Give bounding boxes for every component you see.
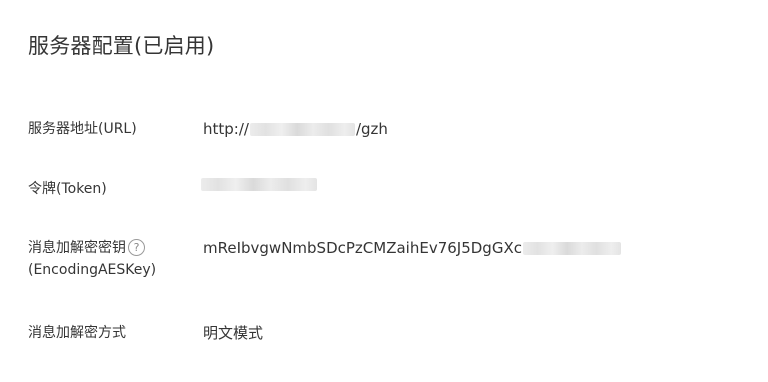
url-value: http:// /gzh <box>203 118 388 140</box>
token-redacted-segment <box>201 178 317 191</box>
url-value-prefix: http:// <box>203 120 249 138</box>
url-label-text: 服务器地址(URL) <box>28 121 137 137</box>
aes-key-label: 消息加解密密钥? (EncodingAESKey) <box>28 237 198 281</box>
aes-key-visible-text: mReIbvgwNmbSDcPzCMZaihEv76J5DgGXc <box>203 239 522 257</box>
aes-key-value: mReIbvgwNmbSDcPzCMZaihEv76J5DgGXc <box>203 237 622 259</box>
url-label: 服务器地址(URL) <box>28 118 198 140</box>
url-redacted-segment <box>249 122 355 136</box>
section-title: 服务器配置(已启用) <box>28 34 215 58</box>
encrypt-mode-value: 明文模式 <box>203 324 264 342</box>
aes-key-label-line2: (EncodingAESKey) <box>28 262 157 278</box>
token-label: 令牌(Token) <box>28 178 198 200</box>
url-value-suffix: /gzh <box>355 120 388 138</box>
encrypt-mode-label-text: 消息加解密方式 <box>28 325 126 341</box>
token-label-text: 令牌(Token) <box>28 181 107 197</box>
aes-key-redacted-segment <box>522 241 621 255</box>
encrypt-mode-label: 消息加解密方式 <box>28 322 198 344</box>
question-circle-icon[interactable]: ? <box>128 238 145 256</box>
aes-key-label-line1: 消息加解密密钥? <box>28 237 198 259</box>
token-value <box>200 178 318 191</box>
server-config-panel: 服务器配置(已启用) 服务器地址(URL) http:// /gzh 令牌(To… <box>0 0 768 382</box>
